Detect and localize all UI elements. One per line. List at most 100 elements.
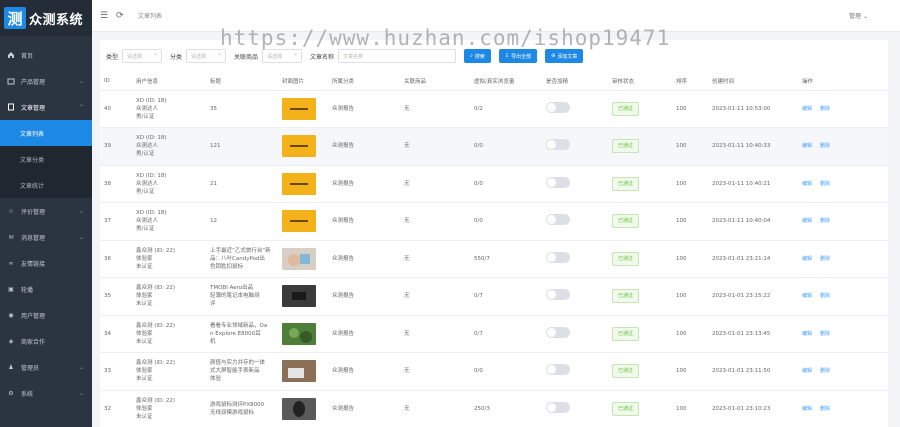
sidebar-item-messages[interactable]: ✉ 消息管理 ⌄ [0,224,92,250]
cover-thumbnail[interactable] [282,285,328,308]
edit-button[interactable]: 编辑 [802,368,812,374]
type-select[interactable]: 请选择 [122,49,163,63]
cover-thumbnail[interactable] [282,397,328,420]
delete-button[interactable]: 删除 [820,218,830,224]
cover-thumbnail[interactable] [282,322,328,345]
type-label: 类型 [106,53,119,61]
cell-featured [542,277,608,316]
sidebar-item-system[interactable]: ⚙ 系统 ⌄ [0,380,92,406]
featured-toggle[interactable] [546,364,570,376]
delete-button[interactable]: 删除 [820,106,830,112]
cell-id: 39 [100,127,132,166]
cell-product: 无 [400,165,470,203]
cell-status: 已通过 [608,202,672,241]
cell-sort: 100 [672,202,708,241]
sidebar-item-products[interactable]: 产品管理 ⌄ [0,68,92,94]
featured-toggle[interactable] [546,251,570,263]
cell-time: 2023-01-01 23:21:14 [708,240,798,278]
cell-user: XD (ID: 18) 众测达人 男/认证 [132,90,206,128]
sidebar-menu: 首页 产品管理 ⌄ 文章管理 ⌃ [0,42,92,120]
delete-button[interactable]: 删除 [820,406,830,412]
submenu-article-list[interactable]: 文章列表 [0,120,92,146]
cell-category: 众测报告 [328,202,400,241]
export-button[interactable]: ⇩ 导出全部 [498,49,538,63]
cell-sort: 100 [672,90,708,128]
edit-button[interactable]: 编辑 [802,406,812,412]
edit-button[interactable]: 编辑 [802,256,812,262]
header-cover: 封面图片 [278,72,328,91]
delete-button[interactable]: 删除 [820,181,830,187]
edit-button[interactable]: 编辑 [802,143,812,149]
refresh-icon[interactable]: ⟳ [116,11,124,20]
delete-button[interactable]: 删除 [820,368,830,374]
search-button-label: 搜索 [474,53,485,60]
sidebar-item-users[interactable]: ◉ 用户管理 [0,302,92,328]
cell-actions: 编辑 删除 [798,90,888,128]
title-input[interactable]: 文章名称 [338,49,457,63]
cell-title: 看看专业领域新品，Oa n Explore E8000耳 机 [206,315,278,353]
cover-thumbnail[interactable] [282,172,328,195]
cell-product: 无 [400,90,470,128]
featured-toggle[interactable] [546,176,570,188]
cover-thumbnail[interactable] [282,97,328,120]
featured-toggle[interactable] [546,139,570,151]
menu-toggle-icon[interactable]: ☰ [100,11,108,20]
featured-toggle[interactable] [546,326,570,338]
link-icon: ∞ [8,259,14,267]
status-badge: 已通过 [612,251,640,266]
cell-category: 众测报告 [328,352,400,391]
edit-button[interactable]: 编辑 [802,293,812,299]
product-select[interactable]: 请选择 [262,49,303,63]
sidebar-item-reviews[interactable]: ☆ 评价管理 ⌄ [0,198,92,224]
cell-cover [278,315,328,353]
cover-thumbnail[interactable] [282,135,328,158]
delete-button[interactable]: 删除 [820,256,830,262]
search-button[interactable]: ⌕ 搜索 [464,49,491,63]
sidebar-item-articles[interactable]: 文章管理 ⌃ [0,94,92,120]
edit-button[interactable]: 编辑 [802,106,812,112]
cell-category: 众测报告 [328,277,400,316]
sidebar-item-admins[interactable]: ♟ 管理员 ⌄ [0,354,92,380]
delete-button[interactable]: 删除 [820,143,830,149]
cell-status: 已通过 [608,352,672,391]
featured-toggle[interactable] [546,289,570,301]
main-panel: 类型 请选择 分类 请选择 关联商品 请选择 文章名称 文章名称 ⌕搜索 ⇩导出… [100,40,888,427]
user-icon: ◉ [8,311,14,319]
sidebar-item-partners[interactable]: ◈ 商家合作 [0,328,92,354]
delete-button[interactable]: 删除 [820,331,830,337]
submenu-article-stats[interactable]: 文章统计 [0,172,92,198]
sidebar-item-links[interactable]: ∞ 友情链接 [0,250,92,276]
user-menu[interactable]: 管理 ⌄ [849,11,868,20]
cell-product: 无 [400,202,470,241]
cover-thumbnail[interactable] [282,210,328,233]
submenu-article-category[interactable]: 文章分类 [0,146,92,172]
featured-toggle[interactable] [546,401,570,413]
cell-category: 众测报告 [328,127,400,166]
add-article-button[interactable]: ⊕ 添加文章 [545,49,584,63]
header-sort: 排序 [672,72,708,91]
sidebar-item-carousel[interactable]: ▣ 轮播 [0,276,92,302]
delete-button[interactable]: 删除 [820,293,830,299]
cell-id: 38 [100,165,132,203]
edit-button[interactable]: 编辑 [802,218,812,224]
sidebar-item-home[interactable]: 首页 [0,42,92,68]
edit-button[interactable]: 编辑 [802,181,812,187]
sidebar-item-label: 系统 [21,390,34,398]
cell-actions: 编辑 删除 [798,165,888,203]
cell-id: 40 [100,90,132,128]
edit-button[interactable]: 编辑 [802,331,812,337]
cell-status: 已通过 [608,127,672,166]
category-select[interactable]: 请选择 [186,49,227,63]
cell-status: 已通过 [608,315,672,353]
cover-thumbnail[interactable] [282,360,328,383]
table-row: 38 XD (ID: 18) 众测达人 男/认证 21 众测报告无 0/0 已通过 100 2… [100,165,888,203]
cell-time: 2023-01-11 10:53:00 [708,90,798,128]
cell-sort: 100 [672,352,708,391]
cell-id: 37 [100,202,132,241]
header-views: 虚拟/真实浏览量 [470,72,542,91]
cell-title: 上手最近“乙式旅行台”新 品：八叶CandyPod出 色钥匙扣鼠标 [206,240,278,278]
cover-thumbnail[interactable] [282,247,328,270]
cell-cover [278,202,328,241]
featured-toggle[interactable] [546,101,570,113]
featured-toggle[interactable] [546,214,570,226]
